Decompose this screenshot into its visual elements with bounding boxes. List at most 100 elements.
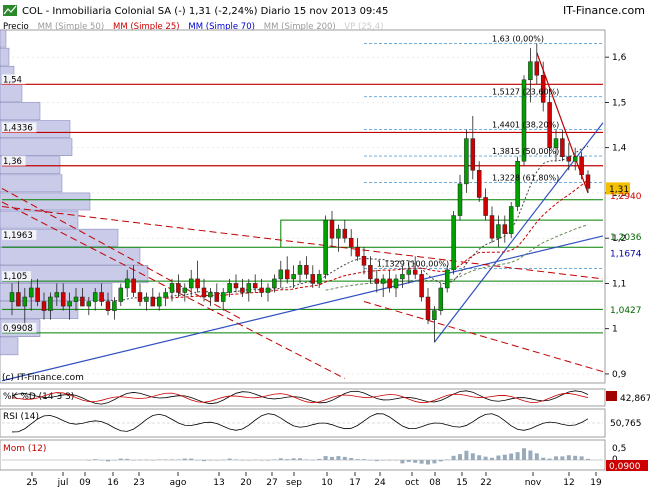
x-tick-label: 08 xyxy=(429,478,441,488)
momentum-bar xyxy=(464,450,469,460)
momentum-bar xyxy=(118,458,123,460)
momentum-bar xyxy=(272,459,277,460)
candle-body xyxy=(457,183,463,216)
candle-body xyxy=(336,228,341,239)
candle-body xyxy=(291,274,296,280)
momentum-bar xyxy=(182,458,187,460)
x-tick-label: 20 xyxy=(240,478,252,488)
candle-body xyxy=(432,310,437,320)
candle-body xyxy=(387,278,392,289)
candle-body xyxy=(496,224,501,239)
candle-body xyxy=(393,278,399,289)
momentum-bar xyxy=(285,459,290,460)
volume-profile-bar xyxy=(0,29,7,48)
x-tick-label: 27 xyxy=(266,478,277,488)
candle-body xyxy=(451,215,456,271)
candle-body xyxy=(579,156,584,176)
fibonacci-label: 1,5127 (23,60%) xyxy=(492,88,559,97)
momentum-bar xyxy=(336,456,341,460)
candle-body xyxy=(86,301,92,307)
momentum-bar xyxy=(342,456,347,460)
candle-body xyxy=(233,283,239,289)
level-label: 1,36 xyxy=(3,157,22,167)
volume-profile-bar xyxy=(0,47,10,66)
momentum-bar xyxy=(246,460,251,461)
momentum-bar xyxy=(234,459,238,460)
momentum-bar xyxy=(266,460,270,461)
price-pane: 1,54 1,4336 1,36 1,1963 1,105 0,9908 1,63 (0,0… xyxy=(0,29,606,384)
watermark: (c) IT-Finance.com xyxy=(2,373,84,383)
level-label: 1,105 xyxy=(3,272,27,282)
fibonacci-label: 1,3815 (50,00%) xyxy=(492,147,559,156)
x-tick-label: 13 xyxy=(213,478,224,488)
candle-body xyxy=(156,296,162,307)
y-tick-label: 1,4 xyxy=(612,144,627,154)
momentum-bar xyxy=(541,457,546,460)
stock-chart: COL - Inmobiliaria Colonial SA (-) 1,31 … xyxy=(0,0,650,488)
momentum-bar xyxy=(170,459,174,460)
candle-body xyxy=(374,278,380,284)
x-tick-label: sep xyxy=(286,478,302,488)
candle xyxy=(419,269,424,302)
volume-profile-bar xyxy=(0,210,79,229)
candle-body xyxy=(528,61,533,81)
candle-body xyxy=(368,265,373,280)
candle-body xyxy=(483,197,488,216)
candle-body xyxy=(252,283,258,289)
volume-profile-bar xyxy=(0,246,141,265)
rsi-pane: RSI (14) 50,765 xyxy=(0,408,642,438)
x-tick-label: nov xyxy=(525,478,542,488)
candle-body xyxy=(438,287,444,311)
momentum-bar xyxy=(477,455,482,460)
momentum-bar xyxy=(432,460,437,464)
candle-body xyxy=(22,296,28,307)
candle-body xyxy=(259,287,264,293)
candle-body xyxy=(380,278,386,284)
candle-body xyxy=(163,292,168,298)
momentum-bar xyxy=(221,459,226,461)
candle xyxy=(515,156,520,212)
candle-body xyxy=(502,224,508,234)
candle-body xyxy=(406,269,412,275)
candle-body xyxy=(348,237,354,248)
momentum-bar xyxy=(445,459,450,460)
momentum-bar xyxy=(586,458,590,460)
fibonacci-label: 1,1329 (100,00%) xyxy=(377,260,449,269)
momentum-bar xyxy=(323,456,328,460)
candle-body xyxy=(220,292,226,302)
momentum-bar xyxy=(208,460,213,461)
candle-body xyxy=(118,287,124,302)
candle-body xyxy=(489,215,495,239)
momentum-bar xyxy=(298,458,302,460)
momentum-bar xyxy=(573,455,578,460)
momentum-bar xyxy=(490,457,494,460)
momentum-bar xyxy=(579,456,584,460)
momentum-bar xyxy=(131,460,136,461)
candle-body xyxy=(470,138,476,171)
candle-body xyxy=(150,296,156,307)
brand-label[interactable]: IT-Finance.com xyxy=(563,4,645,17)
y-tick-label: 1,1 xyxy=(612,279,626,289)
x-axis: 25 jul 09 16 23 ago 13 20 27 sep 10 17 24 oct 08 15 22 no… xyxy=(26,472,602,488)
candle-body xyxy=(284,269,290,280)
momentum-bar xyxy=(509,453,514,460)
candle-body xyxy=(60,292,66,307)
momentum-bar xyxy=(106,460,110,462)
candle-body xyxy=(240,287,245,293)
momentum-bar xyxy=(125,458,130,460)
candle-body xyxy=(195,278,200,289)
candle-body xyxy=(464,138,469,185)
volume-profile-bar xyxy=(0,138,73,156)
candle xyxy=(323,215,328,279)
x-tick-label: 10 xyxy=(321,478,333,488)
momentum-bar xyxy=(368,460,373,461)
candle-body xyxy=(508,206,514,234)
x-tick-label: 09 xyxy=(79,478,91,488)
candle-body xyxy=(304,265,309,275)
candle-body xyxy=(9,292,15,302)
momentum-bar xyxy=(291,458,296,460)
candle-body xyxy=(92,292,98,302)
candle-body xyxy=(246,283,252,293)
candle-body xyxy=(131,278,136,293)
momentum-bar xyxy=(310,459,315,461)
